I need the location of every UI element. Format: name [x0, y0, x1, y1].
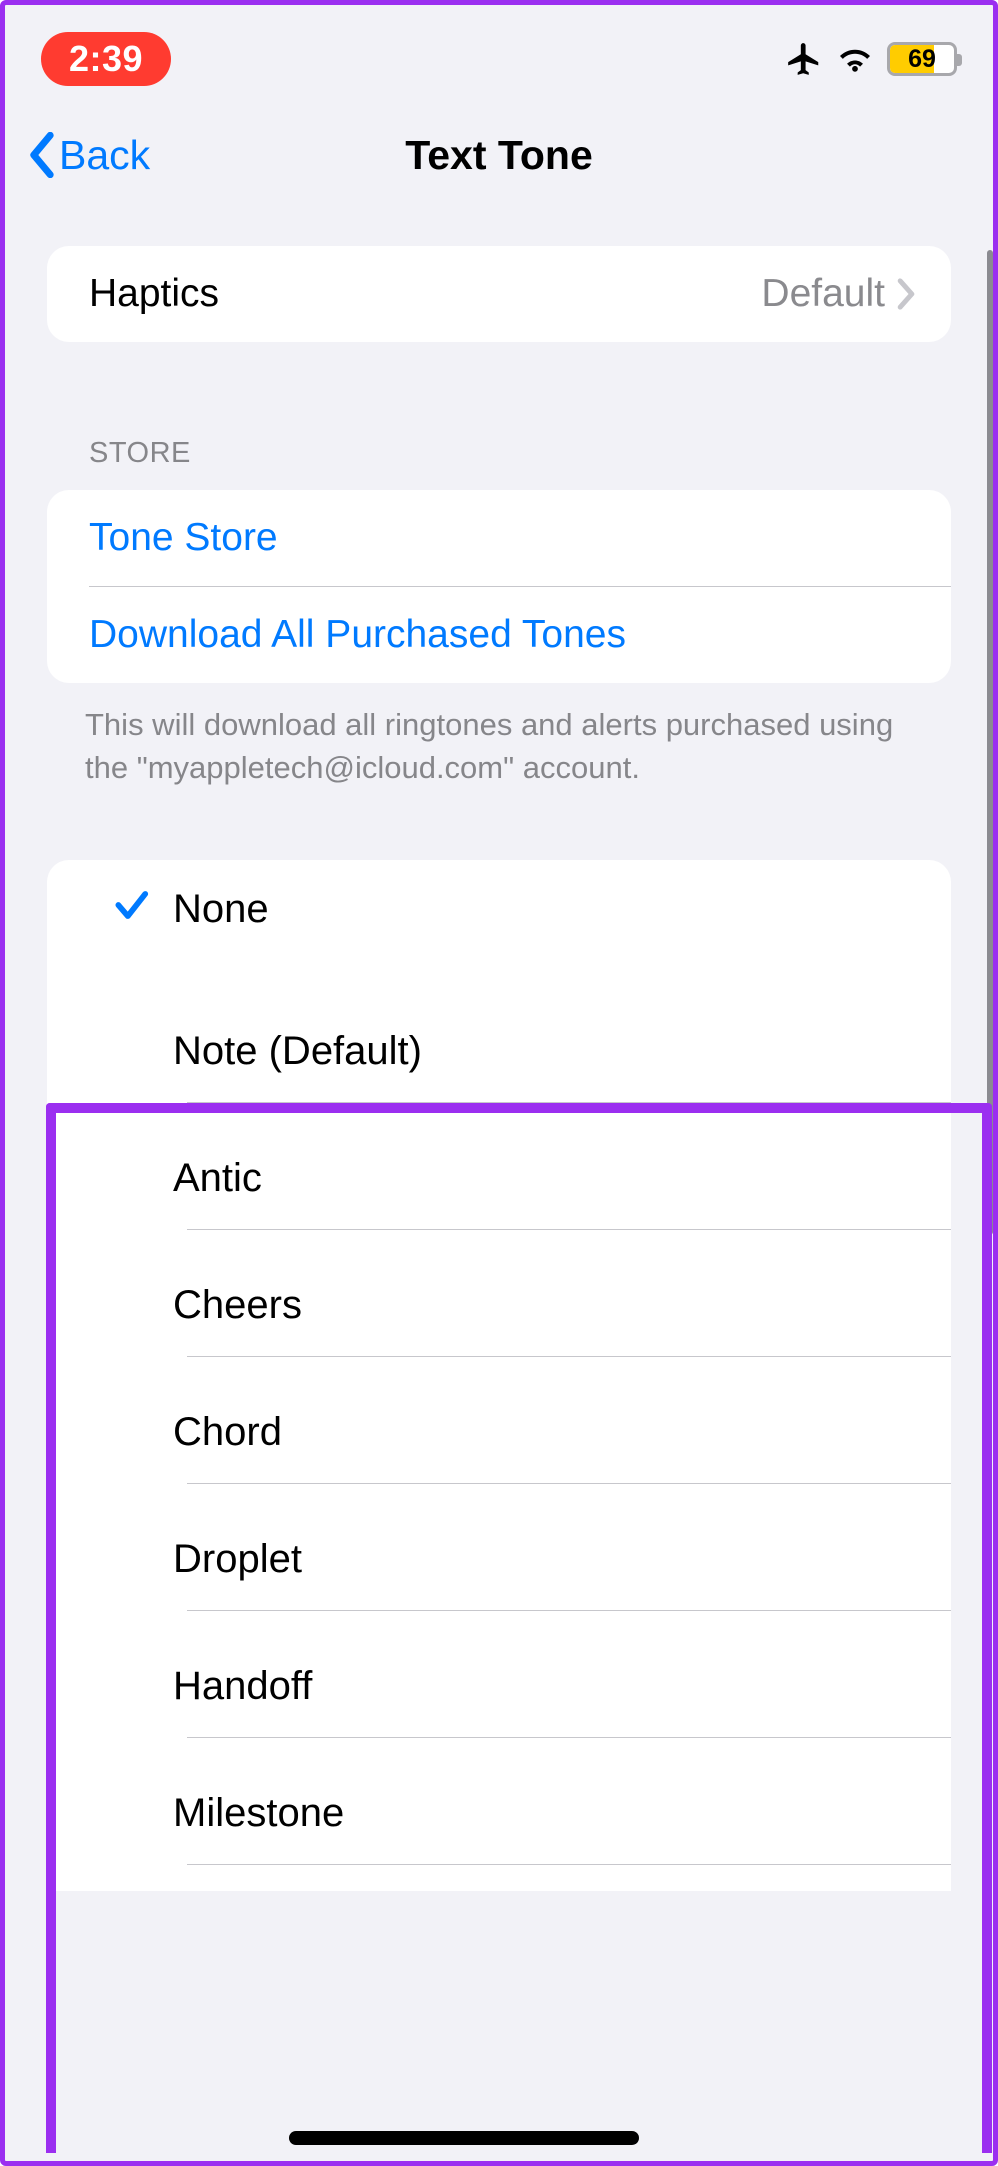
tone-label: Antic	[173, 1156, 909, 1201]
status-time-pill[interactable]: 2:39	[41, 32, 171, 86]
tone-row[interactable]: Milestone	[47, 1764, 951, 1864]
haptics-value: Default	[761, 272, 885, 316]
back-button[interactable]: Back	[27, 132, 150, 179]
airplane-icon	[785, 40, 823, 78]
tone-label: Cheers	[173, 1283, 909, 1328]
battery-percent: 69	[890, 45, 954, 73]
tone-store-row[interactable]: Tone Store	[47, 490, 951, 586]
tone-label: Handoff	[173, 1664, 909, 1709]
check-slot	[89, 886, 173, 934]
tone-row[interactable]: Antic	[47, 1129, 951, 1229]
nav-title: Text Tone	[5, 132, 993, 179]
status-time: 2:39	[69, 38, 143, 79]
store-footer: This will download all ringtones and ale…	[47, 683, 951, 790]
tone-row[interactable]: Handoff	[47, 1637, 951, 1737]
tone-label: None	[173, 887, 909, 932]
download-all-row[interactable]: Download All Purchased Tones	[47, 587, 951, 683]
download-all-label: Download All Purchased Tones	[89, 613, 915, 657]
scroll-indicator[interactable]	[987, 250, 993, 1235]
tone-list: None Note (Default) Antic Cheers Chord Drople…	[47, 860, 951, 1891]
tone-label: Chord	[173, 1410, 909, 1455]
tone-row[interactable]: Chord	[47, 1383, 951, 1483]
checkmark-icon	[112, 886, 150, 934]
tone-row[interactable]: None	[47, 860, 951, 960]
tone-label: Note (Default)	[173, 1029, 909, 1074]
screen: 2:39 69 Back Text Tone	[5, 5, 993, 2161]
chevron-left-icon	[27, 132, 57, 178]
tone-label: Droplet	[173, 1537, 909, 1582]
tone-row[interactable]: Cheers	[47, 1256, 951, 1356]
wifi-icon	[837, 44, 873, 74]
tone-label: Milestone	[173, 1791, 909, 1836]
tone-store-label: Tone Store	[89, 516, 915, 560]
back-label: Back	[59, 132, 150, 179]
battery-icon: 69	[887, 42, 957, 76]
tone-row[interactable]: Droplet	[47, 1510, 951, 1610]
store-group: Tone Store Download All Purchased Tones	[47, 490, 951, 683]
tone-row[interactable]: Note (Default)	[47, 1002, 951, 1102]
chevron-right-icon	[897, 278, 915, 310]
status-right: 69	[785, 40, 957, 78]
status-bar: 2:39 69	[5, 5, 993, 100]
nav-bar: Back Text Tone	[5, 100, 993, 210]
home-indicator[interactable]	[289, 2131, 639, 2145]
haptics-group: Haptics Default	[47, 246, 951, 342]
haptics-label: Haptics	[89, 272, 761, 316]
content: Haptics Default STORE Tone Store Downloa…	[5, 210, 993, 1891]
haptics-row[interactable]: Haptics Default	[47, 246, 951, 342]
store-header: STORE	[47, 437, 951, 490]
